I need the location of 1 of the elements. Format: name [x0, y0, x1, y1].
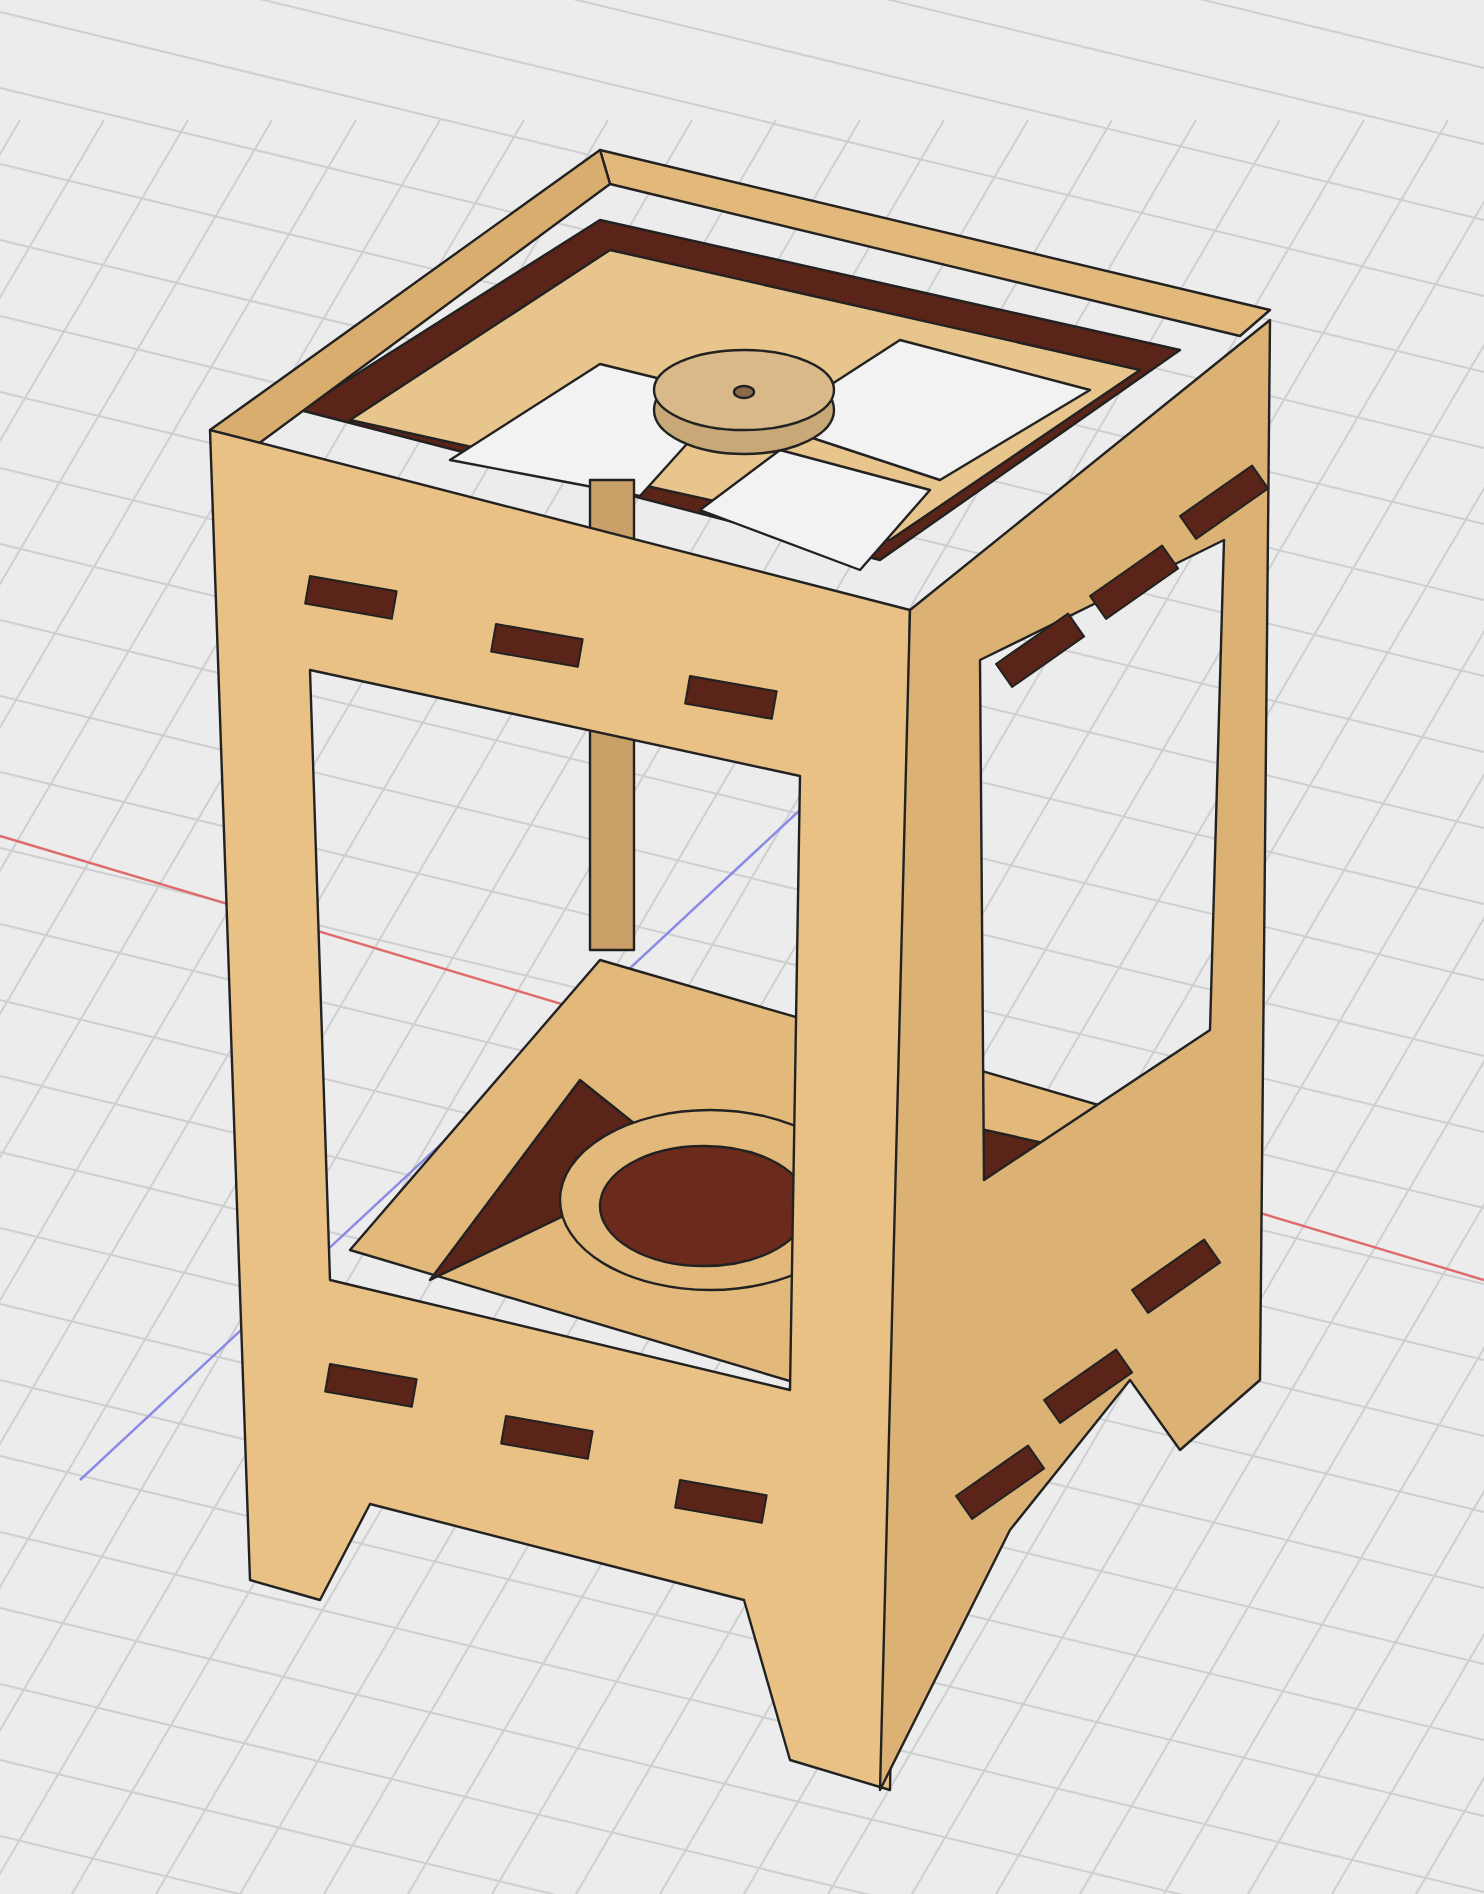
cad-viewport[interactable]: [0, 0, 1484, 1894]
